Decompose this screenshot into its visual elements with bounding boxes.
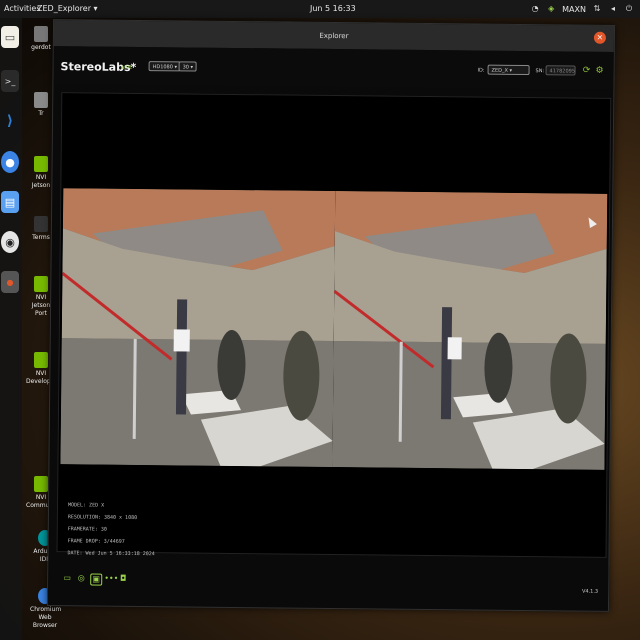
more-icon[interactable]: ••• <box>104 574 118 584</box>
nvidia-icon[interactable]: ◈ <box>546 4 556 14</box>
activities-button[interactable]: Activities <box>4 4 41 13</box>
trash-icon <box>34 92 48 108</box>
window-title: Explorer <box>319 31 349 41</box>
live-badge: LIVE <box>121 64 133 71</box>
sn-label: SN: <box>535 68 545 75</box>
fps-select[interactable]: 30 ▾ <box>178 61 198 72</box>
obs-icon[interactable]: ◉ <box>1 231 19 253</box>
power-icon[interactable]: ⏻ <box>624 4 634 14</box>
nvidia-icon <box>34 352 48 368</box>
app-header: StereoLabs* LIVE HD1080 ▾ 30 ▾ ID: ZED_X… <box>53 46 614 90</box>
wifi-icon[interactable]: ◔ <box>530 4 540 14</box>
resolution-info: RESOLUTION: 3840 x 1080 <box>67 514 138 521</box>
folder-icon[interactable]: ▭ <box>62 573 72 583</box>
serial-number-field: 41782095 <box>545 65 576 76</box>
camera-info-panel: MODEL: ZED X RESOLUTION: 3840 x 1080 FRA… <box>67 499 155 560</box>
explorer-window: Explorer × StereoLabs* LIVE HD1080 ▾ 30 … <box>46 19 616 612</box>
chromium-icon[interactable]: ● <box>1 151 19 173</box>
volume-icon[interactable]: ◂ <box>608 4 618 14</box>
camera-snapshot-icon[interactable]: ◘ <box>118 574 128 584</box>
terminal-icon <box>34 216 48 232</box>
zed-explorer-icon[interactable]: ● <box>1 271 19 293</box>
framerate-info: FRAMERATE: 30 <box>67 526 107 533</box>
stream-icon[interactable]: ◎ <box>76 573 86 583</box>
resolution-select[interactable]: HD1080 ▾ <box>148 61 182 72</box>
power-mode-label[interactable]: MAXN <box>562 5 586 14</box>
right-camera-image <box>332 191 608 470</box>
id-label: ID: <box>477 67 485 74</box>
terminal-icon[interactable]: >_ <box>1 70 19 92</box>
nvidia-icon <box>34 156 48 172</box>
home-folder-icon <box>34 26 48 42</box>
model-info: MODEL: ZED X <box>67 502 105 509</box>
refresh-icon[interactable]: ⟳ <box>582 66 592 76</box>
top-bar: Activities ZED_Explorer ▾ Jun 5 16:33 ◔ … <box>0 0 640 18</box>
settings-gear-icon[interactable]: ⚙ <box>595 66 605 76</box>
vscode-icon[interactable]: ⟩ <box>1 110 19 132</box>
system-tray: ◔ ◈ MAXN ⇅ ◂ ⏻ <box>530 3 634 15</box>
app-menu[interactable]: ZED_Explorer ▾ <box>37 4 98 13</box>
close-button[interactable]: × <box>593 31 606 44</box>
stereo-video-feed <box>60 188 608 470</box>
files-icon[interactable]: ▭ <box>1 26 19 48</box>
camera-id-select[interactable]: ZED_X ▾ <box>487 64 530 76</box>
version-label: V4.1.3 <box>581 588 599 595</box>
left-camera-image <box>60 188 336 468</box>
desktop-icon-home[interactable]: gerdot <box>26 26 56 52</box>
network-icon[interactable]: ⇅ <box>592 4 602 14</box>
clock[interactable]: Jun 5 16:33 <box>310 4 356 13</box>
bottom-toolbar: ▭ ◎ ▣ ••• ◘ V4.1.3 <box>47 560 609 610</box>
frame-drop-info: FRAME DROP: 3/44697 <box>67 538 125 545</box>
date-info: DATE: Wed Jun 5 16:33:18 2024 <box>67 550 155 558</box>
dock: ▭ >_ ⟩ ● ▤ ◉ ● <box>0 18 22 640</box>
video-viewer: MODEL: ZED X RESOLUTION: 3840 x 1080 FRA… <box>56 92 612 560</box>
nvidia-icon <box>34 476 48 492</box>
editor-icon[interactable]: ▤ <box>1 191 19 213</box>
svo-record-icon[interactable]: ▣ <box>90 573 103 586</box>
nvidia-icon <box>34 276 48 292</box>
